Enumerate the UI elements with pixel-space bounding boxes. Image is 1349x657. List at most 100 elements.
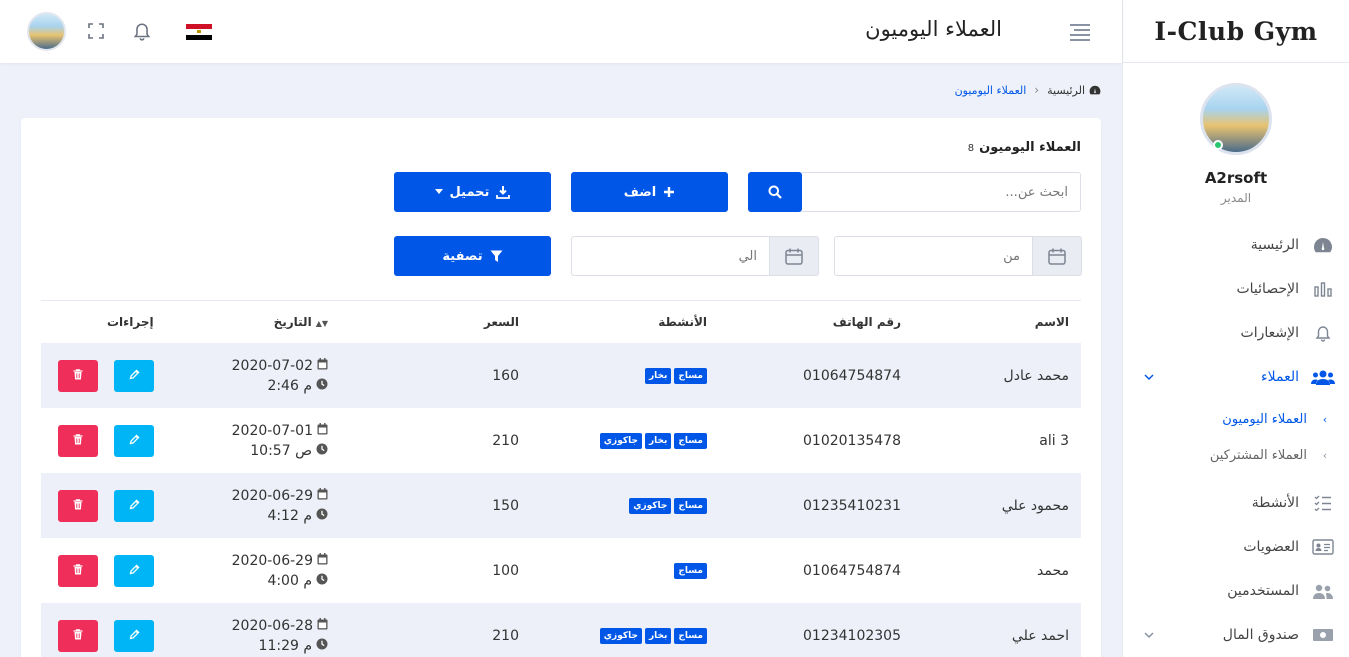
client-date: 2020-06-29 4:00 م — [154, 551, 328, 591]
date-to-placeholder: الي — [738, 248, 757, 264]
sidebar-item-users[interactable]: المستخدمين — [1123, 569, 1349, 613]
language-flag-icon[interactable] — [186, 24, 212, 40]
date-to-group: الي — [571, 236, 819, 276]
breadcrumb-separator-icon: › — [1034, 83, 1040, 97]
client-price: 150 — [492, 497, 519, 514]
table-row: محمد عادل 01064754874 مساج بخار 160 2020-07-0… — [41, 343, 1081, 408]
sidebar-item-label: العملاء — [1261, 369, 1299, 385]
client-activities: مساج بخار — [519, 367, 707, 384]
filter-button[interactable]: تصفية — [394, 236, 551, 276]
date-value: 2020-06-28 — [231, 617, 313, 634]
add-button[interactable]: اضف — [571, 172, 728, 212]
breadcrumb: الرئيسية › العملاء اليوميون — [955, 83, 1101, 97]
delete-button[interactable] — [58, 554, 98, 587]
row-actions — [41, 359, 154, 392]
bar-chart-icon — [1311, 281, 1335, 297]
sidebar-item-label: الإشعارات — [1240, 325, 1299, 341]
client-phone: 01064754874 — [803, 562, 901, 579]
client-price: 210 — [492, 627, 519, 644]
calendar-icon[interactable] — [1032, 236, 1082, 276]
clock-icon — [316, 376, 328, 396]
table-row: محمد 01064754874 مساج 100 2020-06-29 4:00 م — [41, 538, 1081, 603]
sidebar-item-label: صندوق المال — [1222, 627, 1299, 643]
sidebar-item-memberships[interactable]: العضويات — [1123, 525, 1349, 569]
plus-icon — [664, 187, 675, 197]
client-name: احمد علي — [1011, 627, 1069, 644]
delete-button[interactable] — [58, 619, 98, 652]
search-group — [748, 172, 1081, 212]
pencil-icon — [129, 563, 140, 579]
daily-clients-table: الاسم رقم الهاتف الأنشطة السعر التاريخ ▲▼… — [41, 300, 1081, 657]
calendar-icon — [317, 486, 328, 506]
client-activities: مساج بخار جاكوزي — [519, 432, 707, 449]
client-activities: مساج — [519, 562, 707, 579]
table-body: محمد عادل 01064754874 مساج بخار 160 2020-07-0… — [41, 343, 1081, 657]
breadcrumb-current[interactable]: العملاء اليوميون — [955, 84, 1027, 97]
sidebar-item-subscribed-clients[interactable]: ‹ العملاء المشتركين — [1123, 437, 1349, 473]
search-icon — [768, 185, 782, 199]
download-button-label: تحميل — [449, 184, 490, 200]
edit-button[interactable] — [114, 554, 154, 587]
clock-icon — [316, 441, 328, 461]
chevron-left-icon: ‹ — [1322, 412, 1328, 426]
money-icon — [1311, 627, 1335, 643]
topbar: العملاء اليوميون — [0, 0, 1122, 63]
brand-text: I-Club Gym — [1154, 16, 1318, 46]
sidebar-item-cashbox[interactable]: صندوق المال — [1123, 613, 1349, 657]
client-name: ali 3 — [1039, 432, 1069, 449]
notification-bell-icon[interactable] — [133, 22, 153, 42]
sidebar-item-stats[interactable]: الإحصائيات — [1123, 267, 1349, 311]
sidebar: I-Club Gym A2rsoft المدير الرئيسية الإحص… — [1122, 0, 1349, 657]
edit-button[interactable] — [114, 359, 154, 392]
client-date: 2020-07-02 2:46 م — [154, 356, 328, 396]
user-group-icon — [1311, 583, 1335, 599]
user-avatar[interactable] — [1200, 83, 1272, 155]
clock-icon — [316, 571, 328, 591]
time-value: 10:57 ص — [250, 442, 312, 459]
column-header-phone: رقم الهاتف — [832, 315, 901, 329]
sidebar-item-notifications[interactable]: الإشعارات — [1123, 311, 1349, 355]
delete-button[interactable] — [58, 489, 98, 522]
download-button[interactable]: تحميل — [394, 172, 551, 212]
edit-button[interactable] — [114, 619, 154, 652]
column-header-price: السعر — [483, 315, 519, 329]
date-to-input[interactable]: الي — [571, 236, 769, 276]
bell-icon — [1311, 325, 1335, 342]
menu-toggle-icon[interactable] — [1070, 24, 1090, 41]
sidebar-item-activities[interactable]: الأنشطة — [1123, 481, 1349, 525]
fullscreen-icon[interactable] — [87, 22, 107, 42]
sidebar-item-clients[interactable]: العملاء — [1123, 355, 1349, 399]
client-activities: مساج بخار جاكوزي — [519, 627, 707, 644]
user-profile: A2rsoft المدير — [1123, 63, 1349, 205]
date-from-placeholder: من — [1003, 248, 1020, 264]
clients-submenu: ‹ العملاء اليوميون ‹ العملاء المشتركين — [1123, 399, 1349, 481]
date-from-input[interactable]: من — [834, 236, 1032, 276]
row-actions — [41, 619, 154, 652]
sidebar-item-home[interactable]: الرئيسية — [1123, 223, 1349, 267]
column-header-date[interactable]: التاريخ ▲▼ — [154, 315, 328, 329]
edit-button[interactable] — [114, 489, 154, 522]
client-activities: مساج جاكوزي — [519, 497, 707, 514]
edit-button[interactable] — [114, 424, 154, 457]
activity-badge: بخار — [644, 627, 672, 644]
users-icon — [1311, 369, 1335, 385]
sidebar-item-label: الرئيسية — [1250, 237, 1299, 253]
calendar-icon[interactable] — [769, 236, 819, 276]
activity-badge: بخار — [644, 367, 672, 384]
time-value: 2:46 م — [267, 377, 312, 394]
sidebar-item-label: الإحصائيات — [1236, 281, 1299, 297]
brand-logo[interactable]: I-Club Gym — [1123, 0, 1349, 63]
delete-button[interactable] — [58, 359, 98, 392]
card-title-label: العملاء اليوميون — [979, 140, 1081, 155]
filter-icon — [490, 250, 503, 262]
delete-button[interactable] — [58, 424, 98, 457]
activity-badge: مساج — [674, 562, 707, 579]
trash-icon — [73, 498, 83, 514]
sidebar-item-daily-clients[interactable]: ‹ العملاء اليوميون — [1123, 401, 1349, 437]
search-button[interactable] — [748, 172, 802, 212]
activity-badge: بخار — [644, 432, 672, 449]
breadcrumb-home[interactable]: الرئيسية — [1047, 84, 1101, 97]
search-input[interactable] — [802, 172, 1081, 212]
user-avatar-small[interactable] — [27, 12, 66, 51]
daily-clients-card: العملاء اليوميون 8 اضف تحميل من الي تصفي… — [21, 118, 1101, 657]
